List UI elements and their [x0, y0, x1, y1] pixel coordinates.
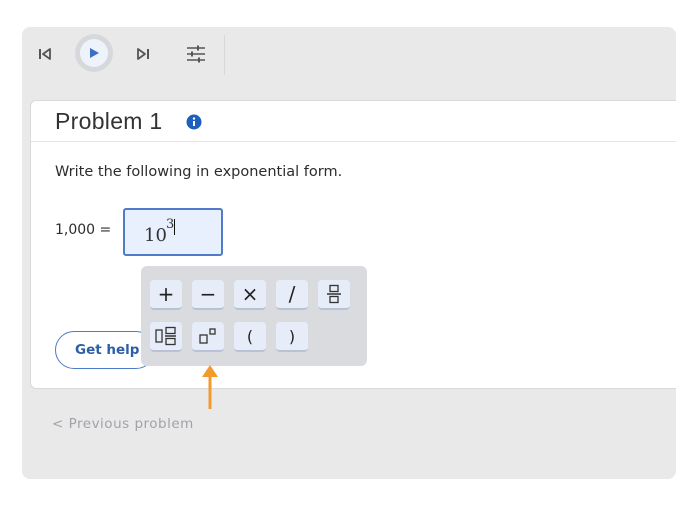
fraction-icon: [327, 284, 341, 304]
skip-back-button[interactable]: [34, 43, 56, 65]
skip-back-icon: [39, 48, 51, 60]
skip-forward-button[interactable]: [132, 43, 154, 65]
info-icon[interactable]: [186, 114, 202, 130]
settings-button[interactable]: [184, 42, 208, 66]
key-fraction[interactable]: [318, 280, 350, 310]
previous-problem-link[interactable]: < Previous problem: [52, 416, 194, 432]
toolbar: [22, 27, 676, 83]
key-exponent[interactable]: [192, 322, 224, 352]
key-open-paren[interactable]: (: [234, 322, 266, 352]
play-icon: [90, 48, 99, 58]
problem-title: Problem 1: [55, 108, 163, 134]
key-slash[interactable]: /: [276, 280, 308, 310]
key-plus[interactable]: +: [150, 280, 182, 310]
problem-prompt: Write the following in exponential form.: [55, 164, 343, 180]
key-mixed-fraction[interactable]: [150, 322, 182, 352]
toolbar-divider: [224, 35, 225, 75]
play-button[interactable]: [75, 34, 113, 72]
math-keypad: + − × / ( ): [141, 266, 367, 366]
equation-label: 1,000 =: [55, 222, 112, 238]
skip-forward-icon: [137, 48, 149, 60]
key-minus[interactable]: −: [192, 280, 224, 310]
pointer-arrow-icon: [202, 365, 218, 409]
key-times[interactable]: ×: [234, 280, 266, 310]
text-caret: [174, 219, 175, 235]
app-frame: Problem 1 Write the following in exponen…: [22, 27, 676, 479]
sliders-icon: [187, 45, 205, 63]
mixed-fraction-icon: [155, 326, 176, 346]
answer-input[interactable]: 10 3: [123, 208, 223, 256]
key-close-paren[interactable]: ): [276, 322, 308, 352]
answer-base: 10: [144, 225, 167, 246]
problem-header: Problem 1: [31, 101, 676, 142]
play-button-inner: [80, 39, 108, 67]
exponent-icon: [199, 328, 216, 344]
get-help-button[interactable]: Get help: [55, 331, 155, 369]
